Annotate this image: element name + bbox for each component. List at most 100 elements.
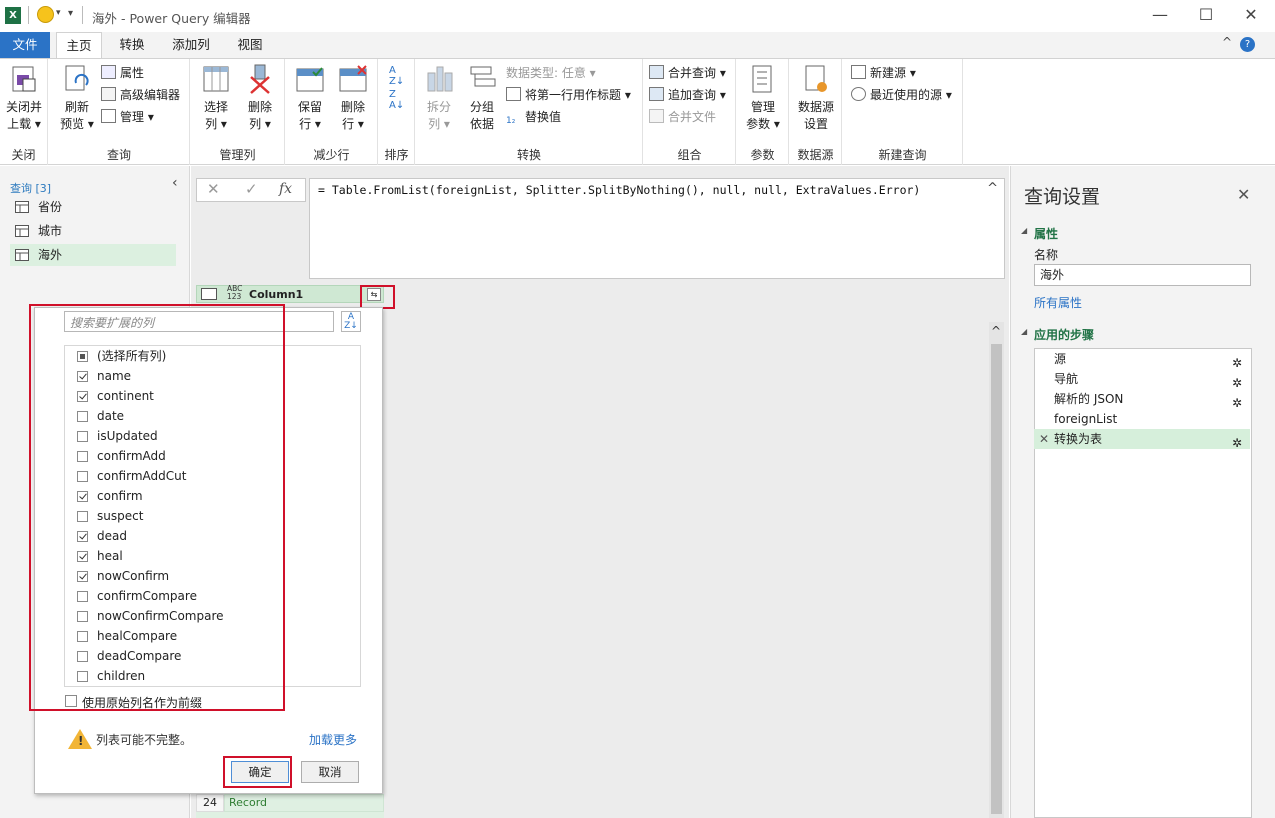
separator	[28, 6, 29, 24]
table-icon	[15, 201, 29, 213]
row-number: 24	[196, 794, 224, 812]
close-load-icon	[12, 66, 36, 92]
query-item-overseas[interactable]: 海外	[10, 244, 176, 266]
step-label: 解析的 JSON	[1054, 392, 1124, 406]
formula-bar[interactable]: = Table.FromList(foreignList, Splitter.S…	[309, 178, 1005, 279]
group-label-manage-columns: 管理列	[219, 148, 256, 162]
step-label: 导航	[1054, 372, 1079, 386]
smiley-dropdown-icon[interactable]: ▾	[56, 8, 61, 18]
remove-columns-button[interactable]: 删除 列 ▾	[239, 63, 281, 133]
tab-view[interactable]: 视图	[228, 32, 272, 58]
query-item-cities[interactable]: 城市	[10, 220, 176, 242]
keep-rows-button[interactable]: 保留 行 ▾	[289, 63, 331, 133]
load-more-link[interactable]: 加载更多	[309, 731, 357, 748]
all-properties-link[interactable]: 所有属性	[1034, 294, 1082, 311]
minimize-button[interactable]: —	[1147, 4, 1173, 26]
advanced-editor-button[interactable]: 高级编辑器	[101, 85, 180, 105]
append-queries-button[interactable]: 追加查询 ▾	[649, 85, 726, 105]
merge-icon	[649, 65, 664, 79]
delete-step-icon[interactable]: ✕	[1039, 429, 1049, 449]
tab-add-column[interactable]: 添加列	[164, 32, 218, 58]
fx-icon[interactable]: fx	[279, 181, 292, 197]
refresh-label-1: 刷新	[64, 100, 89, 114]
collapse-ribbon-icon[interactable]: ^	[1222, 35, 1232, 49]
keep-rows-icon	[296, 67, 324, 92]
group-by-button[interactable]: 分组 依据	[462, 63, 502, 133]
refresh-icon	[65, 65, 89, 91]
step-foreignlist[interactable]: foreignList	[1034, 409, 1250, 429]
combine-files-label: 合并文件	[668, 110, 717, 124]
properties-collapse-icon[interactable]: ◢	[1021, 226, 1027, 235]
sort-ascending-icon[interactable]: A Z↓	[389, 65, 404, 87]
type-any-icon[interactable]: ABC 123	[227, 285, 242, 301]
step-parsed-json[interactable]: 解析的 JSON ✲	[1034, 389, 1250, 410]
params-label-2: 参数	[746, 117, 771, 131]
choose-columns-button[interactable]: 选择 列 ▾	[195, 63, 237, 133]
merge-queries-button[interactable]: 合并查询 ▾	[649, 63, 726, 83]
confirm-formula-icon[interactable]: ✓	[245, 180, 258, 198]
gear-icon[interactable]: ✲	[1232, 433, 1242, 453]
new-source-button[interactable]: 新建源 ▾	[851, 63, 916, 83]
combine-files-button[interactable]: 合并文件	[649, 107, 716, 127]
query-item-provinces[interactable]: 省份	[10, 196, 176, 218]
steps-collapse-icon[interactable]: ◢	[1021, 327, 1027, 336]
query-settings-title: 查询设置	[1024, 186, 1101, 208]
manage-button[interactable]: 管理 ▾	[101, 107, 154, 127]
datasource-settings-icon	[805, 65, 827, 92]
sort-columns-icon[interactable]: A Z↓	[341, 311, 361, 332]
help-icon[interactable]: ?	[1240, 37, 1255, 52]
advanced-editor-label: 高级编辑器	[120, 88, 181, 102]
record-cell[interactable]: Record	[224, 794, 384, 812]
column-header[interactable]: ABC 123 Column1 ⇆	[196, 285, 384, 303]
tab-file[interactable]: 文件	[0, 32, 50, 58]
query-name-input[interactable]: 海外	[1034, 264, 1251, 286]
manage-icon	[101, 109, 116, 123]
step-source[interactable]: 源 ✲	[1034, 349, 1250, 370]
step-convert-to-table[interactable]: ✕ 转换为表 ✲	[1034, 429, 1250, 450]
excel-logo-icon: X	[5, 7, 21, 24]
scroll-up-icon[interactable]: ^	[991, 324, 1001, 338]
close-panel-button[interactable]: ✕	[1237, 185, 1250, 204]
refresh-label-2: 预览	[60, 117, 85, 131]
data-type-dropdown[interactable]: 数据类型: 任意 ▾	[506, 63, 596, 83]
remove-columns-icon	[250, 64, 270, 94]
collapse-formula-icon[interactable]: ^	[987, 181, 998, 196]
remove-cols-label-2: 列	[249, 117, 262, 131]
window-title: 海外 - Power Query 编辑器	[92, 11, 251, 26]
cancel-button[interactable]: 取消	[301, 761, 359, 783]
step-label: 转换为表	[1054, 432, 1103, 446]
replace-values-button[interactable]: 1₂ 替换值	[506, 107, 561, 127]
manage-parameters-button[interactable]: 管理 参数 ▾	[741, 63, 785, 133]
collapse-panel-icon[interactable]: ‹	[172, 175, 178, 191]
remove-rows-label-2: 行	[342, 117, 355, 131]
close-window-button[interactable]: ✕	[1238, 4, 1264, 26]
group-label-reduce-rows: 减少行	[313, 148, 350, 162]
highlight-expand-button	[360, 285, 395, 309]
scroll-thumb[interactable]	[991, 344, 1002, 814]
first-row-header-label: 将第一行用作标题	[525, 88, 622, 102]
split-column-button[interactable]: 拆分 列 ▾	[418, 63, 460, 133]
highlight-column-list	[29, 304, 285, 711]
cancel-formula-icon[interactable]: ✕	[207, 180, 220, 198]
query-name-value: 海外	[1040, 268, 1065, 282]
maximize-button[interactable]: ☐	[1193, 4, 1219, 26]
datasource-settings-button[interactable]: 数据源 设置	[794, 63, 838, 133]
vertical-scrollbar[interactable]: ^	[989, 322, 1004, 818]
sort-descending-icon[interactable]: Z A↓	[389, 89, 404, 111]
tab-home[interactable]: 主页	[56, 32, 102, 59]
quick-access-dropdown-icon[interactable]: ▾	[68, 8, 73, 19]
first-row-header-button[interactable]: 将第一行用作标题 ▾	[506, 85, 631, 105]
remove-rows-button[interactable]: 删除 行 ▾	[332, 63, 374, 133]
tab-transform[interactable]: 转换	[110, 32, 154, 58]
close-load-label-1: 关闭并	[5, 100, 42, 114]
table-menu-icon[interactable]	[201, 288, 217, 300]
smiley-feedback-icon[interactable]	[37, 6, 54, 23]
ribbon-group-datasource: 数据源 设置 数据源	[790, 59, 842, 165]
properties-label: 属性	[120, 66, 145, 80]
recent-sources-button[interactable]: 最近使用的源 ▾	[851, 85, 952, 105]
step-navigation[interactable]: 导航 ✲	[1034, 369, 1250, 390]
close-and-load-button[interactable]: 关闭并 上载 ▾	[3, 63, 45, 133]
refresh-preview-button[interactable]: 刷新 预览 ▾	[55, 63, 99, 133]
group-label-2: 依据	[469, 117, 494, 131]
properties-button[interactable]: 属性	[101, 63, 144, 83]
